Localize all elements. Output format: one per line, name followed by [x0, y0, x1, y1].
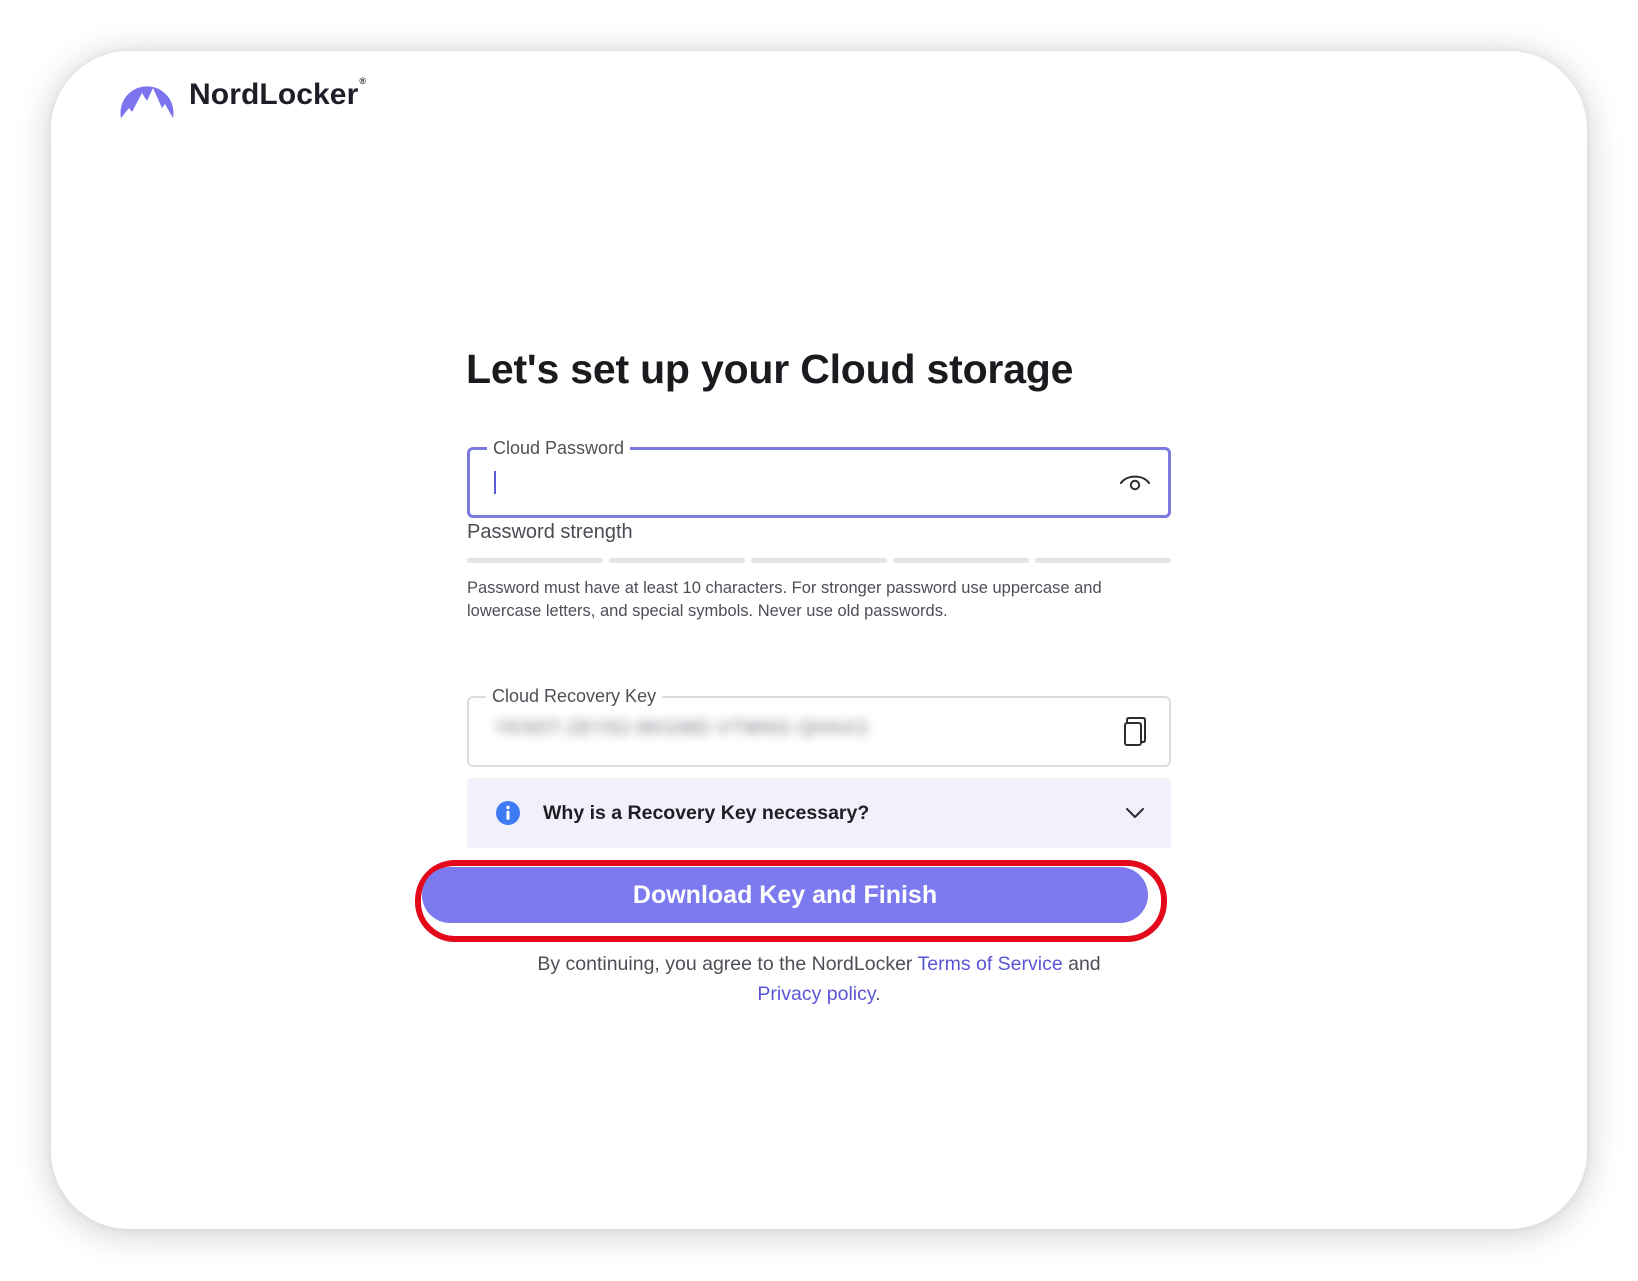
text-caret	[494, 471, 496, 494]
registered-mark: ®	[359, 76, 367, 86]
strength-segment	[609, 558, 745, 563]
brand-name: NordLocker®	[189, 76, 367, 111]
page-title: Let's set up your Cloud storage	[466, 346, 1074, 392]
nordlocker-logo-icon	[120, 86, 174, 118]
brand-logo[interactable]: NordLocker®	[118, 70, 366, 120]
copy-key-button[interactable]	[1118, 713, 1152, 751]
terms-of-service-link[interactable]: Terms of Service	[917, 953, 1062, 975]
password-requirements-hint: Password must have at least 10 character…	[467, 579, 1102, 620]
legal-suffix: .	[875, 983, 881, 1005]
password-strength-label: Password strength	[467, 521, 633, 543]
legal-notice: By continuing, you agree to the NordLock…	[467, 949, 1171, 1009]
strength-segment	[1035, 558, 1171, 563]
chevron-down-icon	[1126, 808, 1144, 818]
recovery-key-info-accordion[interactable]: Why is a Recovery Key necessary?	[467, 778, 1171, 848]
app-window: NordLocker® Let's set up your Cloud stor…	[51, 51, 1587, 1229]
legal-middle: and	[1062, 953, 1101, 975]
cloud-password-input[interactable]	[490, 463, 1090, 501]
strength-segment	[467, 558, 603, 563]
privacy-policy-link[interactable]: Privacy policy	[757, 983, 875, 1005]
eye-icon	[1120, 475, 1150, 491]
strength-segment	[893, 558, 1029, 563]
info-icon	[495, 800, 521, 826]
show-password-button[interactable]	[1118, 466, 1152, 500]
cloud-recovery-key-label: Cloud Recovery Key	[486, 685, 663, 707]
cloud-recovery-key-field: Cloud Recovery Key YKN5T-ZEY62-8KGMD-VTM…	[467, 685, 1171, 767]
cloud-password-label: Cloud Password	[487, 437, 631, 459]
recovery-key-value: YKN5T-ZEY62-8KGMD-VTMNG-QHAX3	[495, 718, 869, 739]
strength-segment	[751, 558, 887, 563]
cloud-password-field[interactable]: Cloud Password	[467, 437, 1171, 518]
recovery-key-info-text: Why is a Recovery Key necessary?	[543, 801, 870, 824]
password-strength-meter	[467, 558, 1171, 563]
download-key-and-finish-button[interactable]: Download Key and Finish	[422, 867, 1148, 923]
copy-icon	[1124, 717, 1146, 746]
legal-prefix: By continuing, you agree to the NordLock…	[537, 953, 918, 975]
